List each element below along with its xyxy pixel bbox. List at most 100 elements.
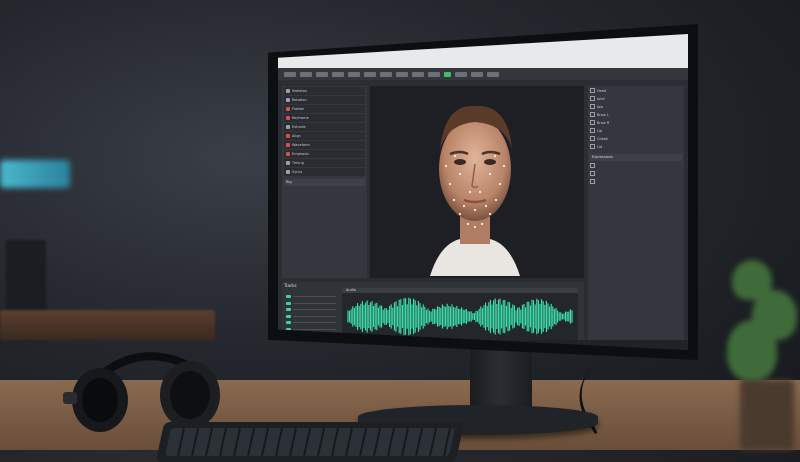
toolbar-button[interactable] xyxy=(412,71,424,77)
track-line xyxy=(293,309,336,310)
left-panel-item-label: Waveform xyxy=(292,143,310,147)
audio-waveform xyxy=(347,297,573,336)
landmark-point xyxy=(458,172,462,176)
mesh-icon xyxy=(286,98,290,102)
left-panel-item-label: Align xyxy=(292,134,301,138)
checkbox[interactable] xyxy=(590,144,595,149)
face-model xyxy=(430,105,520,276)
layer-item[interactable]: Joint xyxy=(590,95,682,102)
checkbox[interactable] xyxy=(590,136,595,141)
landmark-point xyxy=(453,154,457,158)
toolbar-button[interactable] xyxy=(380,71,392,77)
track-line xyxy=(293,302,336,304)
left-panel-item[interactable]: Align xyxy=(284,132,365,140)
left-panel: Skeleton Rotation Flatten Keyframe Extru… xyxy=(282,86,367,278)
left-panel-item[interactable]: Waveform xyxy=(284,141,365,149)
track-toggle[interactable] xyxy=(286,301,291,305)
left-panel-item[interactable]: Keyframe xyxy=(284,114,365,122)
brush-icon xyxy=(286,107,290,111)
landmark-point xyxy=(458,212,462,216)
track-line xyxy=(293,315,336,317)
track-line xyxy=(293,328,336,330)
toolbar-button[interactable] xyxy=(428,71,440,77)
left-panel-item[interactable]: Extrude xyxy=(284,123,365,131)
right-panel-section-title: Expressions xyxy=(590,154,682,161)
audio-track-row[interactable] xyxy=(286,307,336,312)
audio-track-row[interactable] xyxy=(286,294,336,299)
brush-icon xyxy=(286,125,290,129)
track-toggle[interactable] xyxy=(286,321,291,324)
toolbar-button[interactable] xyxy=(396,71,408,77)
brush-icon xyxy=(286,134,290,138)
left-panel-item[interactable]: Rotation xyxy=(284,96,365,104)
layer-item[interactable]: Brow L xyxy=(590,111,682,118)
mesh-icon xyxy=(286,161,290,165)
toolbar-button[interactable] xyxy=(284,71,296,77)
toolbar-button[interactable] xyxy=(364,71,376,77)
section-item[interactable] xyxy=(590,162,682,169)
wall-light xyxy=(0,160,70,188)
layer-item[interactable]: Jaw xyxy=(590,103,682,110)
left-panel-item[interactable]: Timing xyxy=(284,159,365,167)
layer-item[interactable]: Head xyxy=(590,87,682,94)
shelf xyxy=(0,310,215,340)
track-toggle[interactable] xyxy=(286,314,291,318)
face-viewport[interactable] xyxy=(370,86,584,278)
left-panel-item[interactable]: Emphasis xyxy=(284,150,365,158)
checkbox[interactable] xyxy=(590,120,595,125)
layer-item[interactable]: Brow R xyxy=(590,119,682,126)
toolbar-button[interactable] xyxy=(332,71,344,77)
record-icon xyxy=(286,116,290,120)
landmark-point xyxy=(452,198,456,202)
checkbox[interactable] xyxy=(590,96,595,101)
layer-item[interactable]: Lid xyxy=(590,143,682,150)
mesh-icon xyxy=(286,170,290,174)
audio-track-row[interactable] xyxy=(286,320,336,325)
left-panel-item-label: Rotation xyxy=(292,98,307,102)
left-panel-item[interactable]: Flatten xyxy=(284,105,365,113)
keyboard xyxy=(155,422,465,462)
left-panel-item-label: Emphasis xyxy=(292,152,309,156)
audio-track-row[interactable] xyxy=(286,314,336,319)
landmark-point xyxy=(444,164,448,168)
section-item[interactable] xyxy=(590,170,682,177)
track-line xyxy=(293,322,336,323)
left-panel-item-label: Keyframe xyxy=(292,116,309,120)
track-toggle[interactable] xyxy=(286,308,291,311)
landmark-point xyxy=(498,182,502,186)
toolbar-button[interactable] xyxy=(316,71,328,77)
layer-item[interactable]: Lip xyxy=(590,127,682,134)
toolbar-button[interactable] xyxy=(300,71,312,77)
layer-item[interactable]: Cheek xyxy=(590,135,682,142)
checkbox[interactable] xyxy=(590,112,595,117)
left-panel-item-label: Syncs xyxy=(292,170,303,174)
toolbar-button[interactable] xyxy=(455,71,467,77)
checkbox[interactable] xyxy=(590,128,595,133)
layer-label: Lid xyxy=(597,144,603,149)
checkbox[interactable] xyxy=(590,171,595,176)
toolbar-button[interactable] xyxy=(471,71,483,77)
record-icon xyxy=(286,143,290,147)
landmark-point xyxy=(466,222,470,226)
audio-panel-title: Tracks xyxy=(284,283,297,288)
toolbar-button[interactable] xyxy=(348,71,360,77)
toolbar xyxy=(278,68,688,80)
section-item[interactable] xyxy=(590,178,682,185)
checkbox[interactable] xyxy=(590,104,595,109)
checkbox[interactable] xyxy=(590,179,595,184)
landmark-point xyxy=(488,172,492,176)
layer-label: Jaw xyxy=(597,104,604,109)
left-panel-item-label: Flatten xyxy=(292,107,305,111)
start-button[interactable] xyxy=(282,342,287,348)
track-toggle[interactable] xyxy=(286,295,291,298)
left-panel-item[interactable]: Skeleton xyxy=(284,87,365,95)
left-panel-item[interactable]: Syncs xyxy=(284,168,365,176)
toolbar-button[interactable] xyxy=(487,71,499,77)
plant xyxy=(722,230,800,450)
speaker xyxy=(6,240,46,312)
left-panel-item-label: Skeleton xyxy=(292,89,308,93)
waveform-panel[interactable]: Audio xyxy=(342,288,578,340)
checkbox[interactable] xyxy=(590,163,595,168)
audio-track-row[interactable] xyxy=(286,301,336,306)
checkbox[interactable] xyxy=(590,88,595,93)
